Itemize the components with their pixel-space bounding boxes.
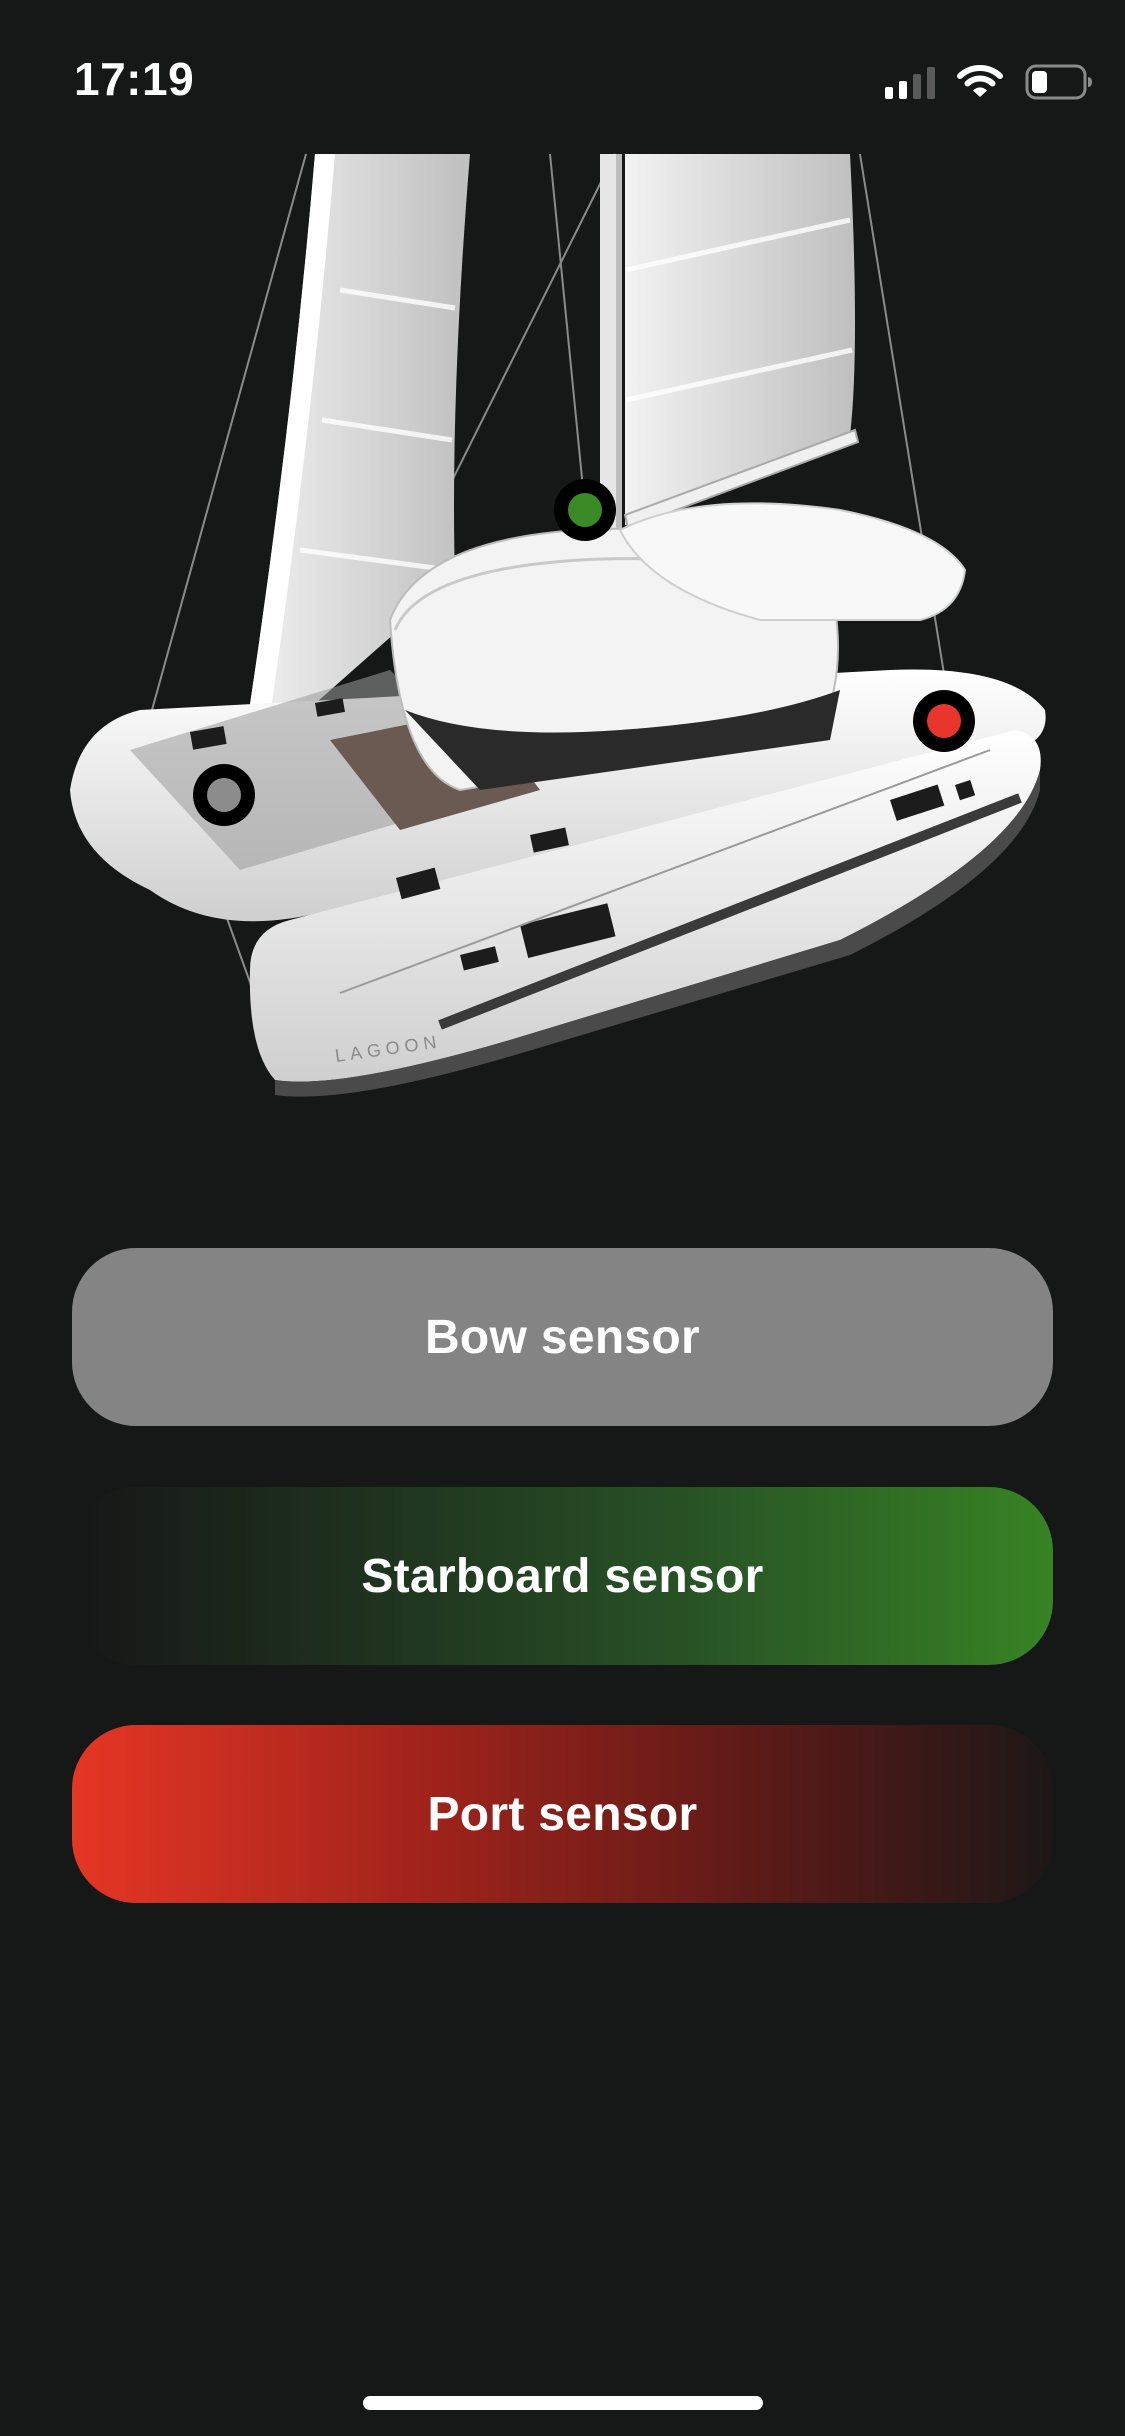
home-indicator[interactable] bbox=[363, 2396, 763, 2410]
starboard-marker-dot bbox=[568, 493, 602, 527]
status-icons bbox=[885, 58, 1093, 106]
port-sensor-button[interactable]: Port sensor bbox=[72, 1725, 1053, 1903]
port-marker-dot bbox=[927, 704, 961, 738]
bow-sensor-button[interactable]: Bow sensor bbox=[72, 1248, 1053, 1426]
status-time: 17:19 bbox=[74, 53, 195, 105]
wifi-icon bbox=[957, 65, 1003, 97]
boat-illustration: LAGOON bbox=[60, 150, 1070, 1110]
starboard-sensor-marker[interactable] bbox=[554, 479, 616, 541]
starboard-sensor-button[interactable]: Starboard sensor bbox=[72, 1487, 1053, 1665]
bow-marker-dot bbox=[207, 778, 241, 812]
bow-sensor-marker[interactable] bbox=[193, 764, 255, 826]
status-bar: 17:19 bbox=[0, 0, 1125, 140]
port-sensor-marker[interactable] bbox=[913, 690, 975, 752]
catamaran-image: LAGOON bbox=[70, 153, 1046, 1097]
port-sensor-label: Port sensor bbox=[427, 1787, 698, 1841]
battery-icon bbox=[1025, 64, 1092, 100]
cellular-signal-icon bbox=[885, 65, 935, 99]
bow-sensor-label: Bow sensor bbox=[424, 1310, 701, 1364]
starboard-sensor-label: Starboard sensor bbox=[361, 1549, 764, 1603]
